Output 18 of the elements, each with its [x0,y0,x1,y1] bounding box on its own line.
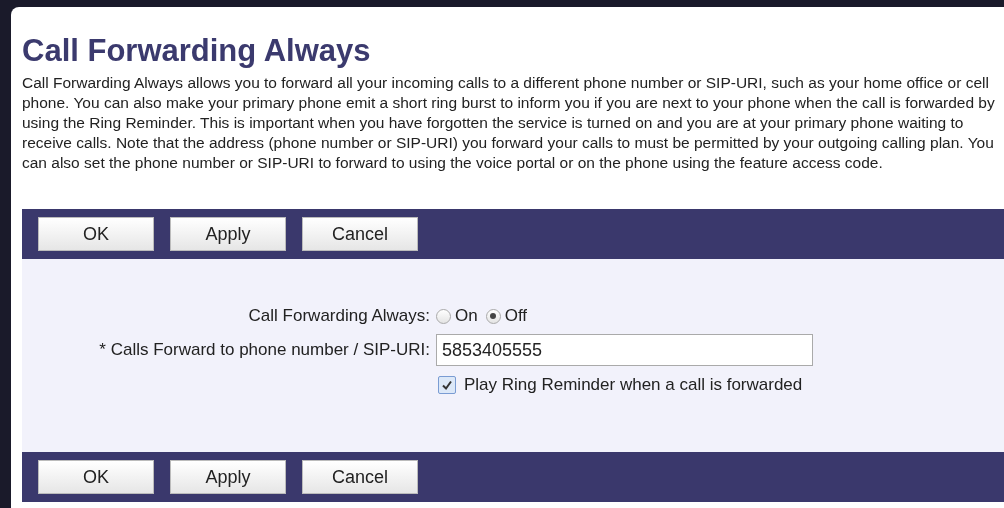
radio-button[interactable] [485,308,501,324]
form-button[interactable]: Cancel [302,217,418,251]
description: Call Forwarding Always allows you to forward all your incoming calls to a different phone number or SIP-URI, such as your home office or cell phone. You can also make your primary phone emit a short ring burst to inform you if you are next to your phone when the call is forwarded by using the Ring Reminder. This is important when you have forgotten the service is turned on and you are at your primary phone waiting to receive calls. Note that the address (phone number or SIP-URI) you forward your calls to must be permitted by your outgoing calling plan. You can also set the phone number or SIP-URI to forward to using the voice portal or on the phone using the feature access code. [22,73,996,173]
radio-label: On [455,305,478,328]
radio-label: Off [504,305,528,328]
form-button[interactable]: Cancel [302,460,418,494]
field-label: Call Forwarding Always: [247,305,431,328]
check-icon [441,379,453,391]
page-title: Call Forwarding Always [22,32,372,69]
form-button[interactable]: Apply [170,460,286,494]
radio-button[interactable] [436,308,451,324]
phone-number-field[interactable]: 5853405555 [436,334,813,366]
field-label: * Calls Forward to phone number / SIP-URI: [98,339,431,362]
form-button[interactable]: OK [38,460,154,494]
checkbox[interactable] [438,376,456,394]
form-button[interactable]: OK [38,217,154,251]
form-button[interactable]: Apply [170,217,286,251]
checkbox-label: Play Ring Reminder when a call is forwarded [464,374,803,397]
